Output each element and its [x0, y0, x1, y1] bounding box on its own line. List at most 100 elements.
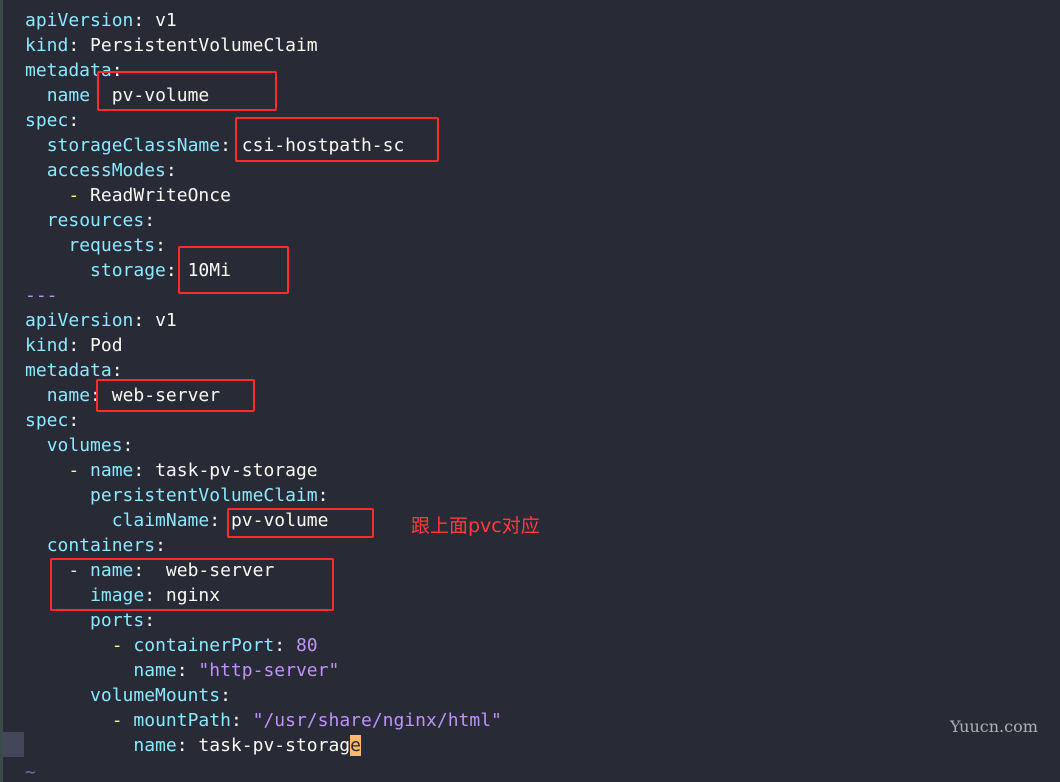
code-line: apiVersion: v1 — [25, 308, 502, 333]
yaml-colon: : — [111, 360, 123, 381]
code-line: volumeMounts: — [25, 683, 502, 708]
list-dash: - — [68, 185, 91, 206]
yaml-colon: : — [133, 460, 156, 481]
yaml-value: task-pv-storage — [155, 460, 318, 481]
list-dash: - — [68, 460, 91, 481]
list-dash: - — [111, 635, 134, 656]
yaml-key: volumes — [46, 435, 123, 456]
yaml-colon: : — [68, 335, 91, 356]
yaml-key: spec — [25, 410, 69, 431]
yaml-colon: : — [122, 435, 134, 456]
yaml-value: v1 — [155, 10, 177, 31]
code-line: persistentVolumeClaim: — [25, 483, 502, 508]
yaml-value: v1 — [155, 310, 177, 331]
yaml-key: containers — [46, 535, 156, 556]
yaml-colon: : — [220, 685, 231, 706]
code-line: - name: task-pv-storage — [25, 458, 502, 483]
yaml-colon: : — [176, 660, 199, 681]
annotation-text: 跟上面pvc对应 — [411, 515, 540, 537]
yaml-key: metadata — [25, 360, 112, 381]
yaml-key: name — [90, 460, 134, 481]
cursor-line-highlight — [3, 732, 24, 757]
yaml-key: kind — [25, 335, 69, 356]
yaml-key: resources — [46, 210, 145, 231]
highlight-box-storage-size — [178, 246, 289, 294]
code-line: - ReadWriteOnce — [25, 183, 502, 208]
yaml-colon: : — [133, 10, 156, 31]
yaml-colon: : — [155, 535, 166, 556]
yaml-colon: : — [133, 310, 156, 331]
yaml-key: requests — [68, 235, 156, 256]
highlight-box-storage-class — [235, 117, 439, 162]
code-line: kind: PersistentVolumeClaim — [25, 33, 502, 58]
code-line: kind: Pod — [25, 333, 502, 358]
highlight-box-pvc-name — [97, 71, 277, 111]
yaml-key: volumeMounts — [90, 685, 221, 706]
yaml-key: name — [133, 735, 177, 756]
code-line: resources: — [25, 208, 502, 233]
yaml-value: PersistentVolumeClaim — [90, 35, 318, 56]
yaml-key: apiVersion — [25, 310, 134, 331]
yaml-value: --- — [25, 285, 58, 306]
yaml-value: ReadWriteOnce — [90, 185, 231, 206]
highlight-box-claim-name — [227, 508, 374, 538]
yaml-colon: : — [230, 710, 253, 731]
code-line: volumes: — [25, 433, 502, 458]
text-cursor: e — [350, 735, 361, 756]
code-line: - mountPath: "/usr/share/nginx/html" — [25, 708, 502, 733]
code-line: name: "http-server" — [25, 658, 502, 683]
empty-line-marker: ~ — [25, 762, 36, 782]
yaml-key: ports — [90, 610, 145, 631]
yaml-colon: : — [68, 35, 91, 56]
yaml-colon: : — [68, 110, 80, 131]
yaml-key: accessModes — [46, 160, 166, 181]
yaml-key: containerPort — [133, 635, 275, 656]
yaml-value: 80 — [295, 635, 318, 656]
code-line: - containerPort: 80 — [25, 633, 502, 658]
yaml-key: storageClassName — [46, 135, 221, 156]
yaml-key: storage — [90, 260, 166, 281]
yaml-key: kind — [25, 35, 69, 56]
yaml-colon: : — [68, 410, 80, 431]
yaml-colon: : — [317, 485, 329, 506]
yaml-key: claimName — [111, 510, 210, 531]
yaml-colon: : — [144, 210, 156, 231]
code-line: ports: — [25, 608, 502, 633]
yaml-key: spec — [25, 110, 69, 131]
yaml-value: "http-server" — [198, 660, 340, 681]
yaml-colon: : — [165, 160, 177, 181]
code-line: name: task-pv-storage — [25, 733, 502, 758]
editor-gutter — [0, 0, 3, 782]
yaml-key: name — [46, 85, 91, 106]
yaml-value: task-pv-storag — [198, 735, 351, 756]
highlight-box-container — [50, 558, 334, 611]
yaml-key: apiVersion — [25, 10, 134, 31]
yaml-colon: : — [274, 635, 296, 656]
yaml-value: "/usr/share/nginx/html" — [252, 710, 502, 731]
yaml-colon: : — [155, 235, 166, 256]
yaml-colon: : — [176, 735, 199, 756]
yaml-value: Pod — [90, 335, 123, 356]
yaml-key: persistentVolumeClaim — [90, 485, 318, 506]
list-dash: - — [111, 710, 134, 731]
yaml-key: name — [46, 385, 91, 406]
